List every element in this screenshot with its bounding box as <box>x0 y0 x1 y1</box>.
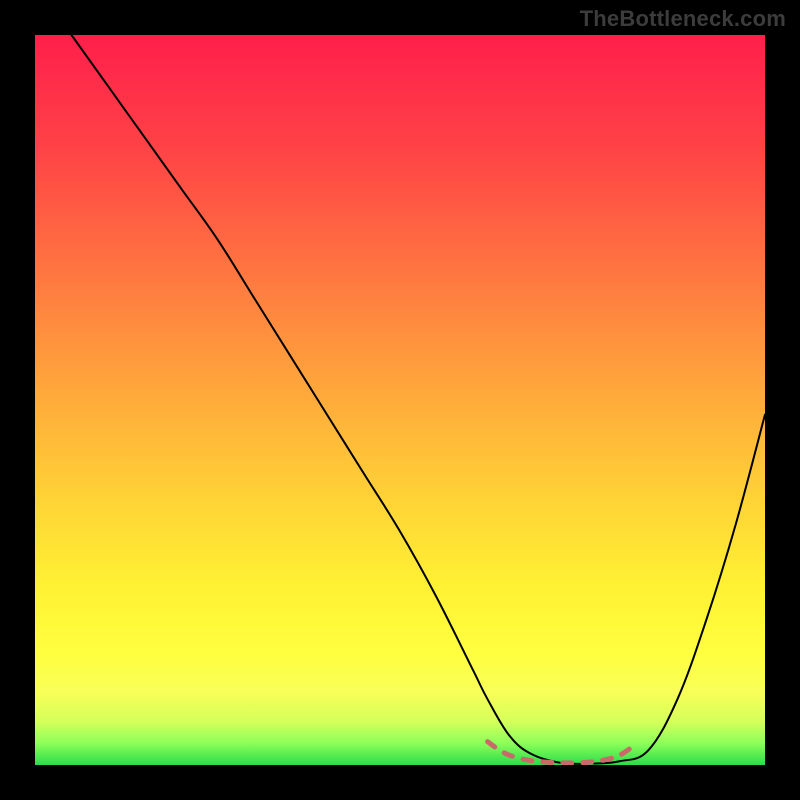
plot-area <box>35 35 765 765</box>
curve-layer <box>35 35 765 765</box>
watermark-text: TheBottleneck.com <box>580 6 786 32</box>
optimal-range-marker <box>488 742 634 763</box>
bottleneck-curve <box>72 35 766 764</box>
chart-frame: TheBottleneck.com <box>0 0 800 800</box>
